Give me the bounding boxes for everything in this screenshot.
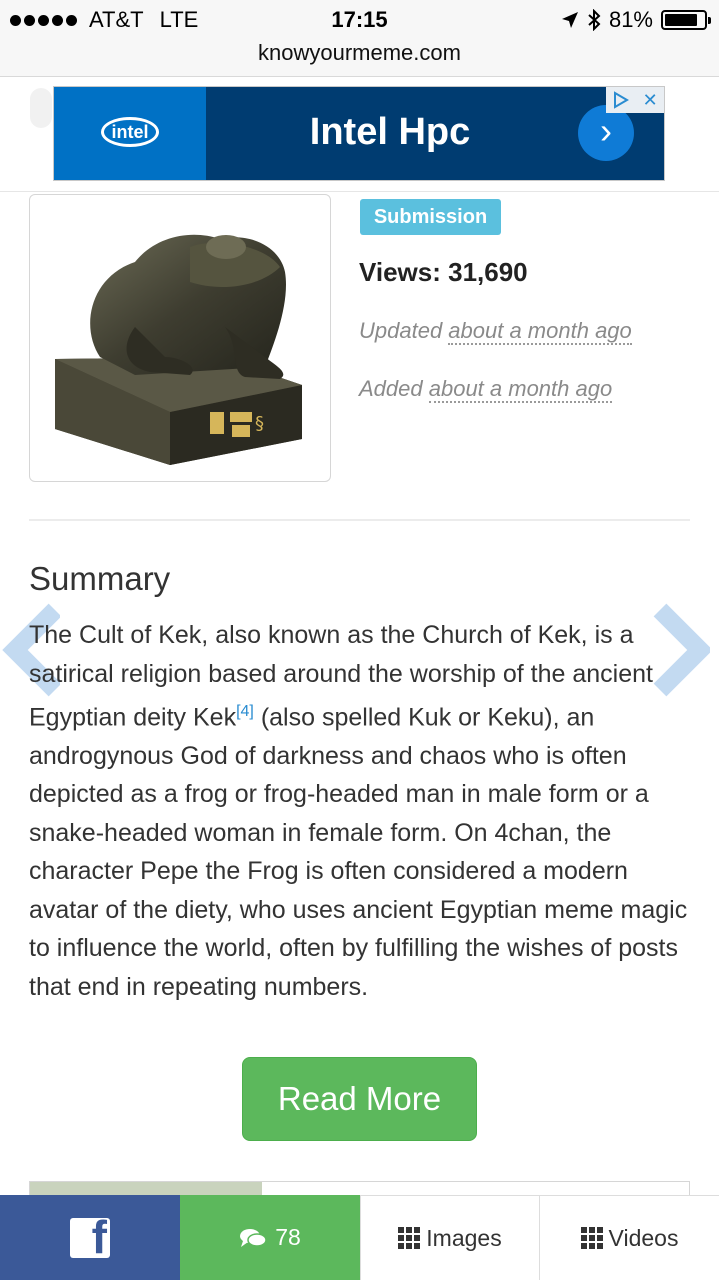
bottom-action-bar: f 78 Images Videos (0, 1195, 719, 1280)
ad-choices[interactable]: ✕ (606, 87, 664, 113)
added-label: Added (359, 376, 429, 401)
videos-button[interactable]: Videos (539, 1195, 719, 1280)
comments-button[interactable]: 78 (180, 1195, 360, 1280)
updated-label: Updated (359, 318, 449, 343)
summary-heading: Summary (29, 560, 171, 597)
summary-text-part2: (also spelled Kuk or Keku), an androgyno… (29, 703, 688, 1001)
images-button[interactable]: Images (360, 1195, 539, 1280)
ad-arrow-button[interactable]: › (578, 105, 634, 161)
url-bar[interactable]: knowyourmeme.com (0, 40, 719, 77)
comments-icon (240, 1228, 267, 1247)
location-icon (561, 12, 578, 28)
ad-choices-icon[interactable] (612, 91, 630, 109)
comments-count: 78 (275, 1224, 301, 1250)
grid-icon (398, 1227, 421, 1249)
intel-logo: intel (101, 117, 159, 147)
summary-text: The Cult of Kek, also known as the Churc… (29, 616, 691, 1006)
updated-value: about a month ago (448, 318, 632, 345)
ad-title: Intel Hpc (309, 111, 471, 153)
search-icon[interactable] (30, 88, 52, 128)
facebook-share-button[interactable]: f (0, 1195, 180, 1280)
ad-logo-area: intel (54, 87, 206, 180)
reference-link[interactable]: [4] (236, 703, 254, 720)
updated-timestamp: Updated about a month ago (359, 318, 632, 345)
status-right: 81% (561, 7, 711, 33)
kek-statue-image: § (55, 234, 302, 465)
bluetooth-icon (588, 9, 601, 31)
images-label: Images (426, 1224, 502, 1251)
ad-close-icon[interactable]: ✕ (643, 90, 658, 111)
ad-banner[interactable]: intel Intel Hpc › ✕ (53, 86, 665, 181)
status-bar: AT&T LTE 17:15 81% (0, 0, 719, 40)
battery-percent: 81% (608, 7, 653, 32)
svg-text:§: § (255, 413, 264, 434)
read-more-button[interactable]: Read More (242, 1057, 477, 1141)
view-count: Views: 31,690 (359, 257, 528, 287)
battery-icon (661, 10, 711, 30)
entry-thumbnail[interactable]: § (29, 194, 331, 482)
grid-icon (580, 1227, 603, 1249)
header-divider (0, 191, 719, 192)
added-value: about a month ago (428, 376, 613, 403)
submission-badge: Submission (360, 199, 501, 235)
facebook-icon: f (70, 1217, 110, 1258)
section-divider (29, 519, 690, 521)
added-timestamp: Added about a month ago (359, 376, 613, 403)
videos-label: Videos (608, 1224, 679, 1251)
